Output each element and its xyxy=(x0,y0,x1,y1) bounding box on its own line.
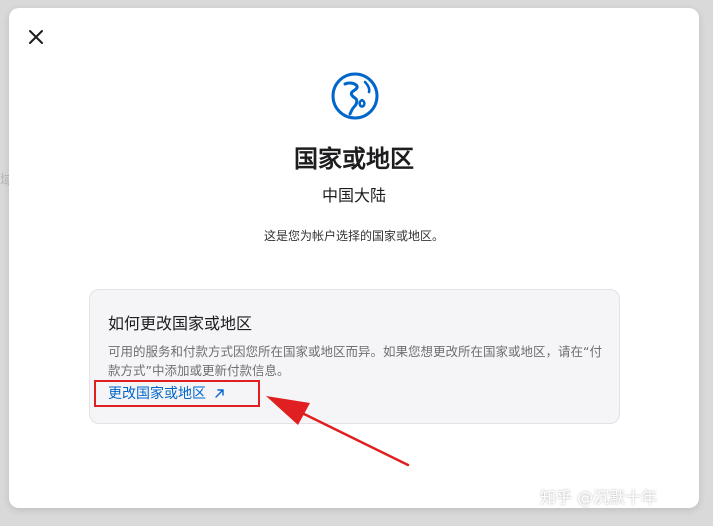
watermark: 知乎 @沉默十年 xyxy=(540,488,658,507)
annotation-highlight-box xyxy=(94,380,260,407)
close-button[interactable] xyxy=(23,24,49,50)
region-description: 这是您为帐户选择的国家或地区。 xyxy=(263,229,444,243)
close-icon xyxy=(29,30,43,44)
region-dialog: 国家或地区 中国大陆 这是您为帐户选择的国家或地区。 如何更改国家或地区 可用的… xyxy=(9,8,699,508)
globe-icon xyxy=(331,72,379,120)
dialog-title: 国家或地区 xyxy=(294,145,414,173)
current-region: 中国大陆 xyxy=(321,186,386,205)
card-title: 如何更改国家或地区 xyxy=(108,314,253,333)
card-body: 可用的服务和付款方式因您所在国家或地区而异。如果您想更改所在国家或地区，请在“付… xyxy=(108,344,602,378)
